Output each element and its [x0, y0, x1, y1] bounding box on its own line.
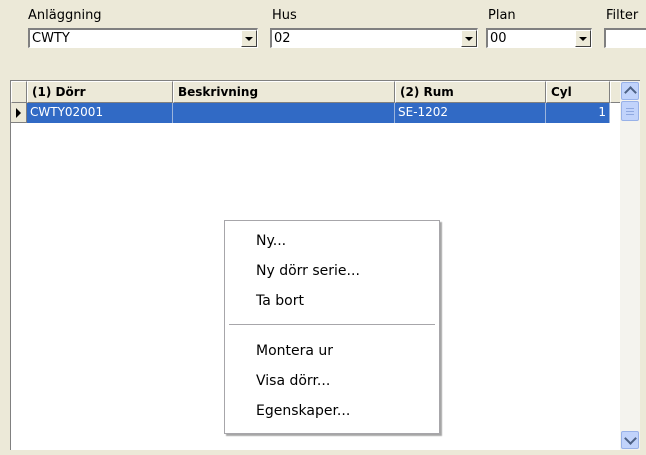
anlaggning-value: CWTY — [32, 31, 70, 46]
menu-item-ta-bort[interactable]: Ta bort — [256, 293, 304, 309]
anlaggning-select[interactable]: CWTY — [28, 28, 258, 48]
scroll-down-button[interactable] — [621, 431, 639, 449]
chevron-down-icon[interactable] — [461, 30, 477, 47]
plan-value: 00 — [490, 31, 507, 46]
anlaggning-label: Anläggning — [28, 8, 102, 23]
row-pointer-icon — [16, 108, 21, 118]
grip-line — [626, 114, 634, 115]
column-header-cyl[interactable]: Cyl — [546, 81, 610, 103]
plan-select[interactable]: 00 — [486, 28, 592, 48]
grid-header: (1) Dörr Beskrivning (2) Rum Cyl — [11, 81, 621, 103]
table-row[interactable]: CWTY02001 SE-1202 1 — [11, 103, 621, 123]
menu-separator — [229, 324, 435, 325]
chevron-down-icon — [624, 432, 637, 445]
hus-label: Hus — [272, 8, 297, 23]
chevron-down-icon[interactable] — [575, 30, 591, 47]
cell-cyl[interactable]: 1 — [546, 103, 610, 123]
grip-line — [626, 108, 634, 109]
menu-item-visa-dorr[interactable]: Visa dörr... — [256, 373, 330, 389]
plan-label: Plan — [488, 8, 516, 23]
vertical-scrollbar[interactable] — [620, 81, 640, 450]
chevron-up-icon — [624, 86, 637, 99]
column-header-rum[interactable]: (2) Rum — [395, 81, 546, 103]
row-selector[interactable] — [11, 103, 27, 123]
scroll-thumb[interactable] — [621, 101, 639, 121]
menu-item-ny-dorr-serie[interactable]: Ny dörr serie... — [256, 263, 360, 279]
cell-rum[interactable]: SE-1202 — [395, 103, 546, 123]
column-header-beskrivning[interactable]: Beskrivning — [173, 81, 395, 103]
menu-item-egenskaper[interactable]: Egenskaper... — [256, 403, 350, 419]
cell-dorr[interactable]: CWTY02001 — [27, 103, 173, 123]
menu-item-montera-ur[interactable]: Montera ur — [256, 343, 333, 359]
context-menu: Ny... Ny dörr serie... Ta bort Montera u… — [224, 220, 440, 434]
filter-label: Filter — [606, 8, 639, 23]
menu-item-ny[interactable]: Ny... — [256, 233, 286, 249]
header-corner — [11, 81, 27, 103]
filter-input[interactable] — [604, 28, 646, 48]
hus-value: 02 — [274, 31, 291, 46]
grip-line — [626, 111, 634, 112]
cell-beskrivning[interactable] — [173, 103, 395, 123]
column-header-dorr[interactable]: (1) Dörr — [27, 81, 173, 103]
chevron-down-icon[interactable] — [241, 30, 257, 47]
hus-select[interactable]: 02 — [270, 28, 478, 48]
scroll-up-button[interactable] — [621, 82, 639, 100]
